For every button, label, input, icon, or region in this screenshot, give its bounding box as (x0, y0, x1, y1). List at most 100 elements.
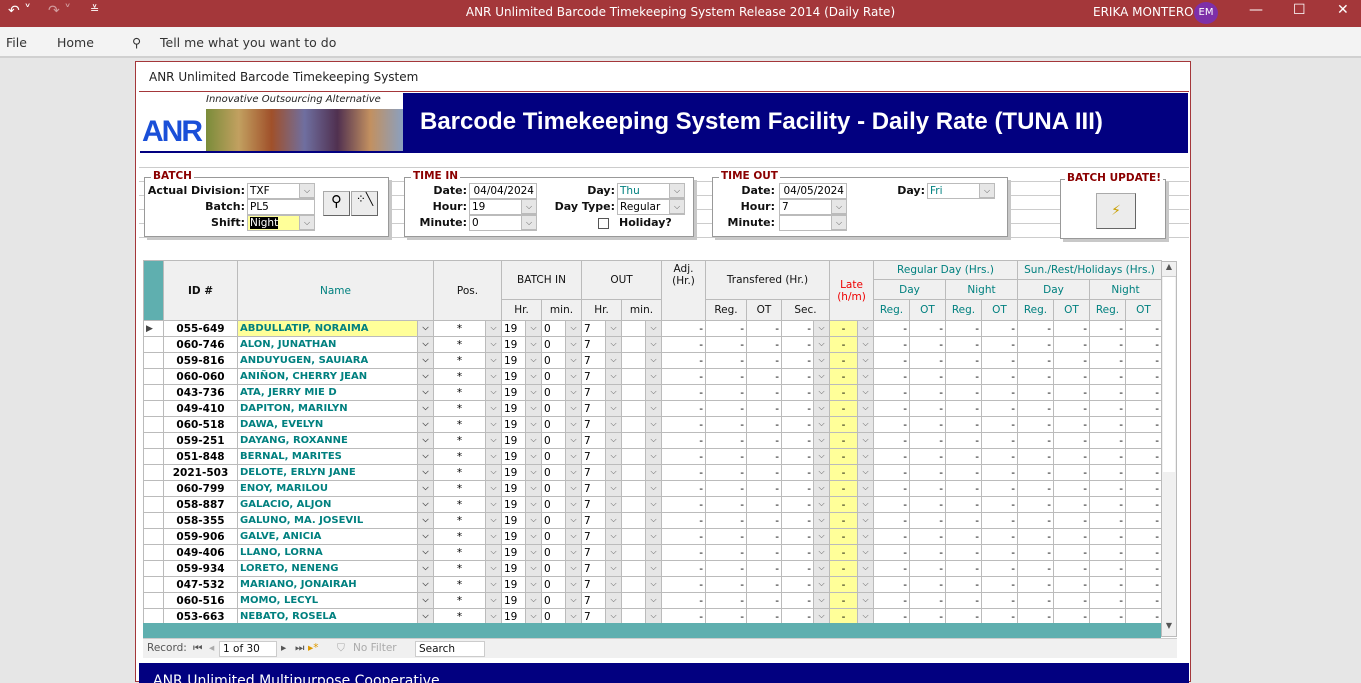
adj-hours[interactable]: - (661, 576, 706, 593)
batch-in-hour[interactable]: 19 ⌵ (501, 544, 542, 561)
position[interactable]: * ⌵ (433, 448, 502, 465)
employee-name[interactable]: ENOY, MARILOU ⌵ (237, 480, 434, 497)
transfered-ot[interactable]: - (746, 336, 782, 353)
search-box[interactable]: Search (415, 641, 485, 657)
chevron-down-icon[interactable]: ⌵ (299, 183, 315, 198)
rd-night-ot[interactable]: - (981, 352, 1018, 369)
transfered-reg[interactable]: - (705, 496, 747, 513)
out-hour[interactable]: 7 ⌵ (581, 480, 622, 497)
chevron-down-icon[interactable]: ⌵ (525, 513, 541, 528)
position[interactable]: * ⌵ (433, 352, 502, 369)
sr-night-ot[interactable]: - (1125, 464, 1162, 481)
table-row[interactable]: 047-532 MARIANO, JONAIRAH ⌵ * ⌵ 19 ⌵ 0 ⌵ 7 ⌵ ⌵ - - - - ⌵… (143, 576, 1162, 593)
sr-night-reg[interactable]: - (1089, 416, 1126, 433)
employee-name[interactable]: ANIÑON, CHERRY JEAN ⌵ (237, 368, 434, 385)
vertical-scrollbar[interactable]: ▲ ▼ (1161, 261, 1177, 637)
transfered-sec[interactable]: - ⌵ (781, 560, 830, 577)
batch-in-minute[interactable]: 0 ⌵ (541, 480, 582, 497)
chevron-down-icon[interactable]: ⌵ (485, 337, 501, 352)
chevron-down-icon[interactable]: ⌵ (565, 593, 581, 608)
chevron-down-icon[interactable]: ⌵ (417, 369, 433, 384)
batch-update-button[interactable]: ⚡ (1096, 193, 1136, 229)
chevron-down-icon[interactable]: ⌵ (565, 481, 581, 496)
chevron-down-icon[interactable]: ⌵ (417, 449, 433, 464)
chevron-down-icon[interactable]: ⌵ (645, 337, 661, 352)
rd-day-reg[interactable]: - (873, 592, 910, 609)
chevron-down-icon[interactable]: ⌵ (525, 449, 541, 464)
rd-day-ot[interactable]: - (909, 384, 946, 401)
chevron-down-icon[interactable]: ⌵ (485, 497, 501, 512)
chevron-down-icon[interactable]: ⌵ (857, 609, 873, 624)
transfered-reg[interactable]: - (705, 336, 747, 353)
rd-night-reg[interactable]: - (945, 464, 982, 481)
rd-night-ot[interactable]: - (981, 448, 1018, 465)
transfered-ot[interactable]: - (746, 464, 782, 481)
batch-in-minute[interactable]: 0 ⌵ (541, 416, 582, 433)
sr-day-reg[interactable]: - (1017, 496, 1054, 513)
position[interactable]: * ⌵ (433, 320, 502, 337)
table-row[interactable]: 060-516 MOMO, LECYL ⌵ * ⌵ 19 ⌵ 0 ⌵ 7 ⌵ ⌵ - - - - ⌵ - ⌵ - - - -… (143, 592, 1162, 609)
transfered-sec[interactable]: - ⌵ (781, 432, 830, 449)
sr-day-reg[interactable]: - (1017, 464, 1054, 481)
out-minute[interactable]: ⌵ (621, 496, 662, 513)
rd-night-reg[interactable]: - (945, 576, 982, 593)
rd-day-reg[interactable]: - (873, 464, 910, 481)
rd-day-reg[interactable]: - (873, 368, 910, 385)
sr-day-reg[interactable]: - (1017, 528, 1054, 545)
transfered-reg[interactable]: - (705, 592, 747, 609)
table-row[interactable]: 060-060 ANIÑON, CHERRY JEAN ⌵ * ⌵ 19 ⌵ 0 ⌵ 7 ⌵ ⌵ - - -… (143, 368, 1162, 385)
transfered-reg[interactable]: - (705, 448, 747, 465)
position[interactable]: * ⌵ (433, 336, 502, 353)
chevron-down-icon[interactable]: ⌵ (857, 401, 873, 416)
batch-in-hour[interactable]: 19 ⌵ (501, 416, 542, 433)
transfered-reg[interactable]: - (705, 320, 747, 337)
sr-night-ot[interactable]: - (1125, 512, 1162, 529)
chevron-down-icon[interactable]: ⌵ (605, 465, 621, 480)
late[interactable]: - ⌵ (829, 544, 874, 561)
transfered-reg[interactable]: - (705, 560, 747, 577)
chevron-down-icon[interactable]: ⌵ (525, 401, 541, 416)
chevron-down-icon[interactable]: ⌵ (857, 417, 873, 432)
rd-day-ot[interactable]: - (909, 432, 946, 449)
late[interactable]: - ⌵ (829, 384, 874, 401)
chevron-down-icon[interactable]: ⌵ (417, 497, 433, 512)
sr-night-ot[interactable]: - (1125, 400, 1162, 417)
sr-day-ot[interactable]: - (1053, 464, 1090, 481)
rd-day-ot[interactable]: - (909, 496, 946, 513)
record-selector[interactable] (143, 544, 164, 561)
rd-night-reg[interactable]: - (945, 512, 982, 529)
out-minute[interactable]: ⌵ (621, 448, 662, 465)
batch-in-hour[interactable]: 19 ⌵ (501, 528, 542, 545)
sr-day-reg[interactable]: - (1017, 336, 1054, 353)
out-hour[interactable]: 7 ⌵ (581, 544, 622, 561)
transfered-sec[interactable]: - ⌵ (781, 400, 830, 417)
chevron-down-icon[interactable]: ⌵ (979, 183, 995, 198)
sr-night-reg[interactable]: - (1089, 576, 1126, 593)
transfered-sec[interactable]: - ⌵ (781, 544, 830, 561)
transfered-ot[interactable]: - (746, 400, 782, 417)
table-row[interactable]: 043-736 ATA, JERRY MIE D ⌵ * ⌵ 19 ⌵ 0 ⌵ 7 ⌵ ⌵ - - - - ⌵ -… (143, 384, 1162, 401)
chevron-down-icon[interactable]: ⌵ (605, 337, 621, 352)
chevron-down-icon[interactable]: ⌵ (485, 353, 501, 368)
out-hour[interactable]: 7 ⌵ (581, 416, 622, 433)
out-hour[interactable]: 7 ⌵ (581, 528, 622, 545)
sr-day-reg[interactable]: - (1017, 400, 1054, 417)
transfered-sec[interactable]: - ⌵ (781, 576, 830, 593)
batch-in-hour[interactable]: 19 ⌵ (501, 480, 542, 497)
rd-day-reg[interactable]: - (873, 544, 910, 561)
chevron-down-icon[interactable]: ⌵ (417, 513, 433, 528)
record-selector[interactable] (143, 432, 164, 449)
chevron-down-icon[interactable]: ⌵ (417, 417, 433, 432)
chevron-down-icon[interactable]: ⌵ (605, 545, 621, 560)
chevron-down-icon[interactable]: ⌵ (565, 529, 581, 544)
transfered-sec[interactable]: - ⌵ (781, 512, 830, 529)
chevron-down-icon[interactable]: ⌵ (417, 593, 433, 608)
chevron-down-icon[interactable]: ⌵ (565, 321, 581, 336)
rd-night-ot[interactable]: - (981, 576, 1018, 593)
late[interactable]: - ⌵ (829, 528, 874, 545)
adj-hours[interactable]: - (661, 480, 706, 497)
chevron-down-icon[interactable]: ⌵ (645, 417, 661, 432)
batch-in-minute[interactable]: 0 ⌵ (541, 368, 582, 385)
chevron-down-icon[interactable]: ⌵ (857, 385, 873, 400)
batch-in-minute[interactable]: 0 ⌵ (541, 544, 582, 561)
